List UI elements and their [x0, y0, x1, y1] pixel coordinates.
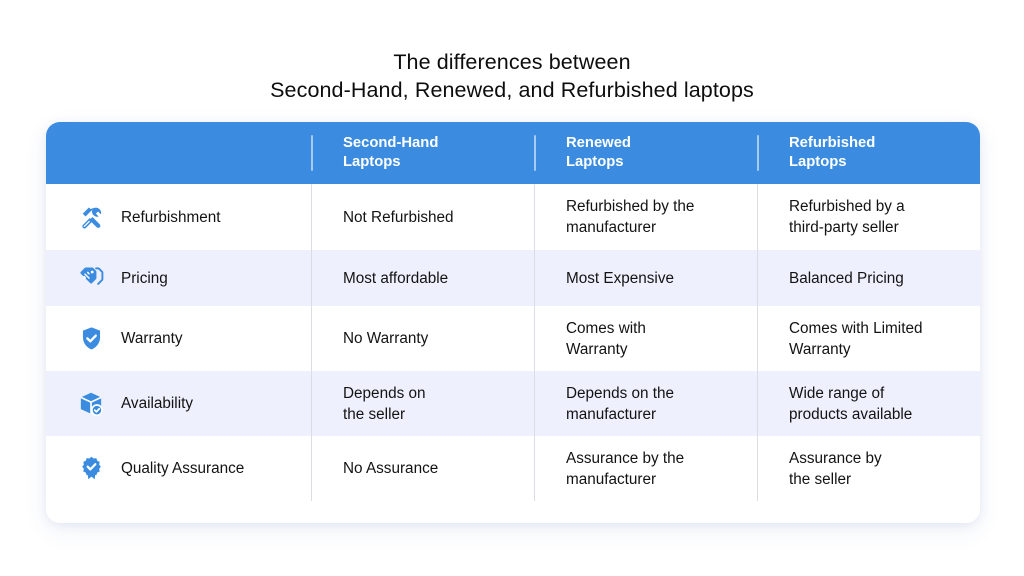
comparison-infographic: The differences between Second-Hand, Ren…: [0, 0, 1024, 576]
table-footer-spacer: [46, 501, 980, 523]
table-header-refurbished: Refurbished Laptops: [757, 122, 980, 184]
row-feature-cell: Pricing: [46, 250, 311, 306]
cell-value-line1: Assurance by: [789, 449, 882, 467]
cell-value: Most affordable: [343, 269, 449, 287]
cell-value-line2: manufacturer: [566, 219, 657, 236]
table-header-renewed: Renewed Laptops: [534, 122, 757, 184]
cell-value-line1: Depends on the: [566, 384, 675, 402]
cell-value: Depends on the manufacturer: [566, 383, 674, 425]
cell-value: Assurance by the manufacturer: [566, 448, 684, 490]
row-second-hand-cell: Depends on the seller: [311, 371, 534, 436]
row-feature-cell: Warranty: [46, 306, 311, 371]
cell-value-line1: Comes with Limited: [789, 319, 923, 337]
cell-value-line1: Wide range of: [789, 384, 885, 402]
header-renewed-line1: Renewed: [566, 135, 631, 151]
cell-value-line2: the seller: [343, 405, 406, 423]
row-renewed-cell: Assurance by the manufacturer: [534, 436, 757, 501]
cell-value: No Warranty: [343, 330, 429, 347]
header-second-hand-line2: Laptops: [343, 154, 401, 170]
cell-value-line2: products available: [789, 405, 913, 423]
row-feature-cell: Availability: [46, 371, 311, 436]
cell-value-line1: Refurbished by a: [789, 198, 905, 215]
row-second-hand-cell: No Assurance: [311, 436, 534, 501]
header-second-hand-line1: Second-Hand: [343, 135, 439, 151]
feature-label: Warranty: [121, 330, 183, 347]
row-feature-cell: Refurbishment: [46, 184, 311, 250]
feature-label: Availability: [121, 395, 193, 412]
row-second-hand-cell: Most affordable: [311, 250, 534, 306]
tools-icon: [76, 202, 106, 232]
table-header-feature: [46, 122, 311, 184]
cell-value-line2: manufacturer: [566, 405, 657, 423]
table-row: Warranty No Warranty Comes with Warranty…: [46, 306, 980, 371]
comparison-table: Second-Hand Laptops Renewed Laptops Refu…: [46, 122, 980, 523]
cell-value-line2: Warranty: [566, 340, 628, 358]
cell-value: Not Refurbished: [343, 208, 454, 226]
feature-label: Refurbishment: [121, 208, 221, 226]
cell-value: Depends on the seller: [343, 383, 426, 425]
row-renewed-cell: Most Expensive: [534, 250, 757, 306]
title-line-1: The differences between: [393, 50, 631, 74]
cell-value-line1: Depends on: [343, 384, 426, 402]
price-tag-icon: [76, 263, 106, 293]
row-refurbished-cell: Assurance by the seller: [757, 436, 980, 501]
row-renewed-cell: Comes with Warranty: [534, 306, 757, 371]
row-second-hand-cell: Not Refurbished: [311, 184, 534, 250]
row-refurbished-cell: Balanced Pricing: [757, 250, 980, 306]
row-refurbished-cell: Wide range of products available: [757, 371, 980, 436]
package-check-icon: [76, 389, 106, 419]
page-title: The differences between Second-Hand, Ren…: [0, 48, 1024, 104]
cell-value-line2: third-party seller: [789, 219, 899, 236]
row-feature-cell: Quality Assurance: [46, 436, 311, 501]
header-refurbished-line2: Laptops: [789, 154, 847, 170]
row-renewed-cell: Depends on the manufacturer: [534, 371, 757, 436]
cell-value: Balanced Pricing: [789, 269, 904, 287]
cell-value: Most Expensive: [566, 269, 674, 287]
cell-value-line2: Warranty: [789, 340, 851, 358]
row-refurbished-cell: Refurbished by a third-party seller: [757, 184, 980, 250]
header-refurbished-line1: Refurbished: [789, 135, 876, 151]
title-line-2: Second-Hand, Renewed, and Refurbished la…: [270, 78, 754, 102]
cell-value-line1: Assurance by the: [566, 449, 685, 467]
row-second-hand-cell: No Warranty: [311, 306, 534, 371]
cell-value: No Assurance: [343, 460, 439, 477]
cell-value: Refurbished by the manufacturer: [566, 196, 694, 238]
row-renewed-cell: Refurbished by the manufacturer: [534, 184, 757, 250]
table-header-row: Second-Hand Laptops Renewed Laptops Refu…: [46, 122, 980, 184]
cell-value-line1: Comes with: [566, 319, 646, 337]
table-row: Availability Depends on the seller Depen…: [46, 371, 980, 436]
header-renewed-line2: Laptops: [566, 154, 624, 170]
cell-value: Comes with Warranty: [566, 318, 646, 360]
award-badge-icon: [76, 454, 106, 484]
table-row: Pricing Most affordable Most Expensive B…: [46, 250, 980, 306]
table-row: Quality Assurance No Assurance Assurance…: [46, 436, 980, 501]
cell-value: Comes with Limited Warranty: [789, 318, 922, 360]
feature-label: Pricing: [121, 269, 168, 287]
cell-value: Assurance by the seller: [789, 448, 882, 490]
cell-value-line2: manufacturer: [566, 470, 657, 488]
cell-value: Refurbished by a third-party seller: [789, 196, 905, 238]
row-refurbished-cell: Comes with Limited Warranty: [757, 306, 980, 371]
shield-check-icon: [76, 324, 106, 354]
cell-value: Wide range of products available: [789, 383, 912, 425]
table-row: Refurbishment Not Refurbished Refurbishe…: [46, 184, 980, 250]
cell-value-line1: Refurbished by the: [566, 198, 695, 215]
cell-value-line2: the seller: [789, 470, 852, 488]
table-header-second-hand: Second-Hand Laptops: [311, 122, 534, 184]
feature-label: Quality Assurance: [121, 460, 245, 477]
